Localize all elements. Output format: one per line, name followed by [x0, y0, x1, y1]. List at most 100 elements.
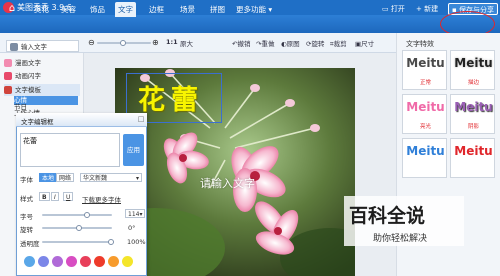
rotate-slider-knob[interactable]: [76, 225, 82, 231]
canvas-placeholder-text[interactable]: 请输入文字: [200, 175, 255, 191]
comic-text-label: 漫画文字: [15, 59, 41, 67]
save-icon: ▪: [452, 6, 457, 14]
tab-scene[interactable]: 场景: [177, 2, 198, 17]
effect-preview: Meitu: [406, 56, 445, 70]
underline-button[interactable]: U: [63, 192, 74, 201]
font-name: 华文新魏: [83, 175, 108, 182]
tab-face[interactable]: 美容: [58, 2, 79, 17]
effect-tile-outline[interactable]: Meitu 描边: [450, 50, 495, 90]
bold-button[interactable]: B: [39, 192, 50, 201]
chevron-down-icon: ▾: [139, 211, 143, 218]
crop-label: 裁剪: [333, 40, 347, 48]
undo-label: 撤销: [237, 40, 251, 48]
input-text-label: 输入文字: [21, 43, 47, 51]
opacity-label: 透明度: [20, 240, 40, 248]
watermark-text: 百科全说: [349, 205, 426, 227]
redo-button[interactable]: ↷重做: [256, 38, 274, 48]
new-button[interactable]: + 新建: [416, 3, 438, 15]
new-icon: +: [416, 5, 422, 13]
watermark-subtext: 助你轻松解决: [373, 234, 428, 244]
tab-collage[interactable]: 拼图: [207, 2, 228, 17]
effect-preview: Meitu: [406, 100, 445, 114]
effect-tile-normal[interactable]: Meitu 正常: [402, 50, 447, 90]
font-size-select[interactable]: 114▾: [125, 209, 146, 218]
color-swatch[interactable]: [108, 256, 119, 267]
tab-frame[interactable]: 边框: [146, 2, 167, 17]
original-size-button[interactable]: 原大: [180, 38, 193, 48]
effect-label: 正常: [419, 80, 431, 86]
animated-text-icon: [4, 72, 12, 80]
color-swatch[interactable]: [122, 256, 133, 267]
font-size-slider[interactable]: [42, 214, 112, 216]
zoom-slider-knob[interactable]: [120, 40, 126, 46]
new-label: 新建: [424, 5, 439, 13]
font-tab-network[interactable]: 网络: [56, 173, 75, 182]
open-button[interactable]: ▭ 打开: [382, 3, 405, 15]
effect-label: 亮光: [419, 124, 431, 130]
effect-label: 阴影: [467, 124, 479, 130]
rotate-button[interactable]: ⟳旋转: [306, 38, 324, 48]
rotate-label: 旋转: [20, 226, 33, 234]
effect-tile-glow[interactable]: Meitu 亮光: [402, 94, 447, 134]
font-size-value: 114: [128, 211, 140, 218]
color-swatch[interactable]: [52, 256, 63, 267]
main-tab-bar: [0, 15, 500, 33]
crop-button[interactable]: ⌗裁剪: [330, 38, 347, 49]
effect-preview: Meitu: [454, 100, 493, 114]
undo-button[interactable]: ↶撤销: [232, 38, 250, 48]
color-swatch[interactable]: [80, 256, 91, 267]
rotate-value: 0°: [128, 224, 136, 232]
rotate-label: 旋转: [311, 40, 325, 48]
effect-tile-blue[interactable]: Meitu: [402, 138, 447, 178]
color-swatch[interactable]: [24, 256, 35, 267]
zoom-ratio[interactable]: 1:1: [166, 38, 178, 46]
zoom-out-icon[interactable]: ⊖: [88, 38, 95, 47]
text-content-input[interactable]: [20, 133, 120, 167]
canvas-text-object[interactable]: 花蕾: [138, 78, 204, 117]
effect-tile-red[interactable]: Meitu: [450, 138, 495, 178]
style-label: 样式: [20, 195, 33, 203]
color-swatch[interactable]: [66, 256, 77, 267]
tab-accessories[interactable]: 饰品: [87, 2, 108, 17]
comic-text-item[interactable]: 漫画文字: [4, 57, 41, 69]
folder-icon: ▭: [382, 5, 389, 13]
italic-button[interactable]: I: [51, 192, 59, 201]
apply-button[interactable]: 应用: [123, 134, 144, 166]
resize-label: 尺寸: [361, 40, 375, 48]
animated-text-item[interactable]: 动画闪字: [4, 70, 41, 82]
opacity-value: 100%: [127, 238, 146, 246]
original-image-label: 原图: [286, 40, 300, 48]
zoom-in-icon[interactable]: ⊕: [152, 38, 159, 47]
color-swatch[interactable]: [94, 256, 105, 267]
dialog-close-icon[interactable]: □: [137, 115, 145, 123]
dialog-title: 文字编辑框: [21, 118, 54, 126]
comic-text-icon: [4, 59, 12, 67]
open-label: 打开: [390, 5, 405, 13]
font-size-slider-knob[interactable]: [84, 212, 90, 218]
input-text-button[interactable]: 输入文字: [6, 40, 79, 52]
tab-beautify[interactable]: 美化: [31, 2, 52, 17]
font-label: 字体: [20, 176, 33, 184]
effect-preview: Meitu: [406, 144, 445, 158]
font-tab-local[interactable]: 本地: [39, 173, 58, 182]
effect-preview: Meitu: [454, 144, 493, 158]
tab-text[interactable]: 文字: [115, 2, 136, 17]
text-effects-title: 文字特效: [406, 40, 434, 48]
home-icon[interactable]: ⌂: [3, 2, 21, 17]
tab-more-features[interactable]: 更多功能 ▾: [233, 2, 275, 17]
text-template-label: 文字模板: [15, 86, 41, 94]
text-template-item[interactable]: 文字模板: [4, 84, 80, 96]
resize-button[interactable]: ▣尺寸: [355, 38, 374, 48]
chevron-down-icon: ▾: [135, 175, 139, 182]
color-swatch[interactable]: [38, 256, 49, 267]
opacity-slider[interactable]: [42, 241, 112, 243]
original-image-button[interactable]: ◐原图: [281, 38, 300, 48]
save-share-label: 保存与分享: [458, 6, 494, 14]
save-share-button[interactable]: ▪ 保存与分享: [448, 3, 498, 15]
download-fonts-link[interactable]: 下载更多字体: [82, 194, 121, 204]
font-select[interactable]: 华文新魏 ▾: [80, 173, 142, 182]
animated-text-label: 动画闪字: [15, 72, 41, 80]
effect-tile-shadow[interactable]: Meitu 阴影: [450, 94, 495, 134]
text-input-icon: [10, 43, 18, 51]
opacity-slider-knob[interactable]: [108, 239, 114, 245]
